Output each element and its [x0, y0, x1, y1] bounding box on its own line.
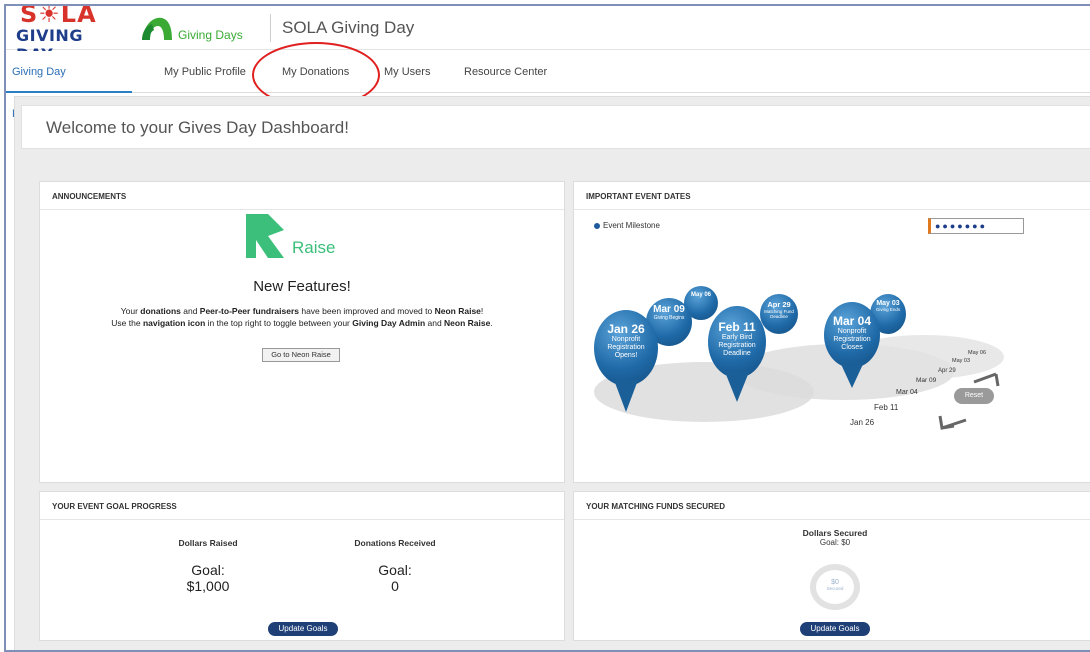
- dollars-raised-column: Dollars Raised Goal: $1,000: [148, 538, 268, 594]
- event-dates-panel: IMPORTANT EVENT DATES Event Milestone ●●…: [573, 181, 1090, 483]
- text: .: [490, 318, 493, 328]
- panel-title: IMPORTANT EVENT DATES: [586, 192, 691, 201]
- app-title: SOLA Giving Day: [282, 18, 415, 37]
- axis-label: May 03: [952, 358, 971, 364]
- dollars-secured-column: Dollars Secured Goal: $0: [780, 528, 890, 547]
- divider: [574, 519, 1090, 520]
- pin-head: Mar 04 Nonprofit Registration Closes: [824, 302, 880, 368]
- text: navigation icon: [142, 318, 206, 328]
- tab-my-donations[interactable]: My Donations: [282, 51, 349, 93]
- text: have been improved and moved to: [298, 306, 435, 316]
- dashboard-content: Welcome to your Gives Day Dashboard! ANN…: [14, 96, 1090, 650]
- pin-date: Mar 04: [832, 314, 872, 328]
- text: and: [425, 318, 445, 328]
- ring-label: Secured: [826, 586, 844, 591]
- announcement-heading: New Features!: [253, 278, 351, 295]
- goal-progress-panel: YOUR EVENT GOAL PROGRESS Dollars Raised …: [39, 491, 565, 641]
- header: S☀LA GIVING DAY Giving Days SOLA Giving …: [6, 4, 1090, 64]
- tab-my-public-profile[interactable]: My Public Profile: [164, 51, 246, 93]
- legend-label: Event Milestone: [603, 221, 660, 230]
- tab-giving-day-performance[interactable]: Giving Day Performance: [6, 51, 132, 120]
- giving-days-swoosh-icon: [142, 17, 172, 40]
- pin-date: Feb 11: [718, 320, 756, 334]
- announcement-line-2: Use the navigation icon in the top right…: [40, 318, 564, 329]
- divider: [40, 519, 564, 520]
- axis-label: May 06: [968, 350, 987, 356]
- pin-tail: [840, 362, 864, 388]
- pin-date: May 03: [876, 300, 900, 307]
- panel-title: YOUR EVENT GOAL PROGRESS: [52, 502, 177, 511]
- text: Neon Raise: [434, 306, 481, 316]
- update-goals-button[interactable]: Update Goals: [800, 622, 870, 636]
- donations-received-heading: Donations Received: [354, 538, 436, 548]
- pin-date: Apr 29: [767, 300, 791, 309]
- text: Giving Day Admin: [352, 318, 426, 328]
- divider: [574, 209, 1090, 210]
- donations-goal-label: Goal:: [378, 562, 412, 578]
- dollars-goal-label: Goal:: [191, 562, 225, 578]
- header-divider: [270, 14, 271, 42]
- ring-value: $0: [831, 579, 839, 586]
- pin-tail: [614, 380, 638, 412]
- axis-label: Feb 11: [874, 403, 899, 412]
- panel-title: YOUR MATCHING FUNDS SECURED: [586, 502, 725, 511]
- tab-bar: Giving Day Performance My Public Profile…: [6, 51, 1090, 120]
- pin-label: Giving Ends: [875, 307, 901, 312]
- axis-label: Jan 26: [850, 418, 875, 427]
- pin-label: Giving Begins: [653, 315, 685, 321]
- chart-legend: Event Milestone: [594, 221, 660, 230]
- text: Your: [120, 306, 141, 316]
- pin-label: Early Bird Registration Deadline: [718, 334, 756, 357]
- donations-goal-value: 0: [391, 578, 399, 594]
- logo-line1: S☀LA: [20, 4, 97, 28]
- dollars-secured-heading: Dollars Secured: [802, 528, 868, 538]
- dollars-secured-goal: Goal: $0: [819, 538, 851, 547]
- text: Use the: [111, 318, 143, 328]
- matching-funds-panel: YOUR MATCHING FUNDS SECURED Dollars Secu…: [573, 491, 1090, 641]
- panel-title: ANNOUNCEMENTS: [52, 192, 127, 201]
- text: Neon Raise: [444, 318, 491, 328]
- raise-r-icon: [246, 214, 284, 258]
- text: Peer-to-Peer fundraisers: [199, 306, 299, 316]
- text: in the top right to toggle between your: [205, 318, 353, 328]
- text: and: [180, 306, 200, 316]
- dollars-raised-heading: Dollars Raised: [178, 538, 238, 548]
- sola-giving-day-logo[interactable]: S☀LA GIVING DAY: [14, 4, 114, 64]
- text: !: [480, 306, 484, 316]
- pin-date: May 06: [690, 292, 711, 298]
- pin-head: Jan 26 Nonprofit Registration Opens!: [594, 310, 658, 386]
- raise-logo: Raise: [244, 212, 344, 260]
- pin-tail: [725, 372, 749, 402]
- welcome-bar: Welcome to your Gives Day Dashboard!: [21, 105, 1090, 149]
- pin-label: Nonprofit Registration Opens!: [607, 336, 645, 359]
- divider: [40, 209, 564, 210]
- pin-label: Nonprofit Registration Closes: [833, 328, 871, 351]
- text: donations: [140, 306, 181, 316]
- announcements-panel: ANNOUNCEMENTS Raise New Features! Your d…: [39, 181, 565, 483]
- secured-progress-ring: $0 Secured: [810, 564, 860, 610]
- page-title: Welcome to your Gives Day Dashboard!: [46, 118, 349, 137]
- app-window: S☀LA GIVING DAY Giving Days SOLA Giving …: [4, 4, 1090, 652]
- axis-label: Mar 04: [896, 389, 918, 396]
- legend-dot-icon: [594, 222, 600, 229]
- announcement-line-1: Your donations and Peer-to-Peer fundrais…: [40, 306, 564, 317]
- chart-navigator[interactable]: ●●●●●●●: [928, 218, 1024, 234]
- pin-head: Feb 11 Early Bird Registration Deadline: [708, 306, 766, 378]
- dollars-goal-value: $1,000: [186, 578, 230, 594]
- tab-resource-center[interactable]: Resource Center: [464, 51, 547, 93]
- go-to-neon-raise-button[interactable]: Go to Neon Raise: [262, 348, 340, 362]
- pin-label: Matching Fund Deadline: [764, 309, 794, 319]
- giving-days-label: Giving Days: [178, 28, 243, 42]
- donations-received-column: Donations Received Goal: 0: [330, 538, 460, 594]
- reset-button[interactable]: Reset: [954, 388, 994, 404]
- giving-days-logo: Giving Days: [140, 10, 260, 46]
- update-goals-button[interactable]: Update Goals: [268, 622, 338, 636]
- raise-word: Raise: [292, 238, 336, 257]
- pin-date: Mar 09: [653, 304, 685, 315]
- pin-date: Jan 26: [607, 322, 645, 336]
- tab-my-users[interactable]: My Users: [384, 51, 430, 93]
